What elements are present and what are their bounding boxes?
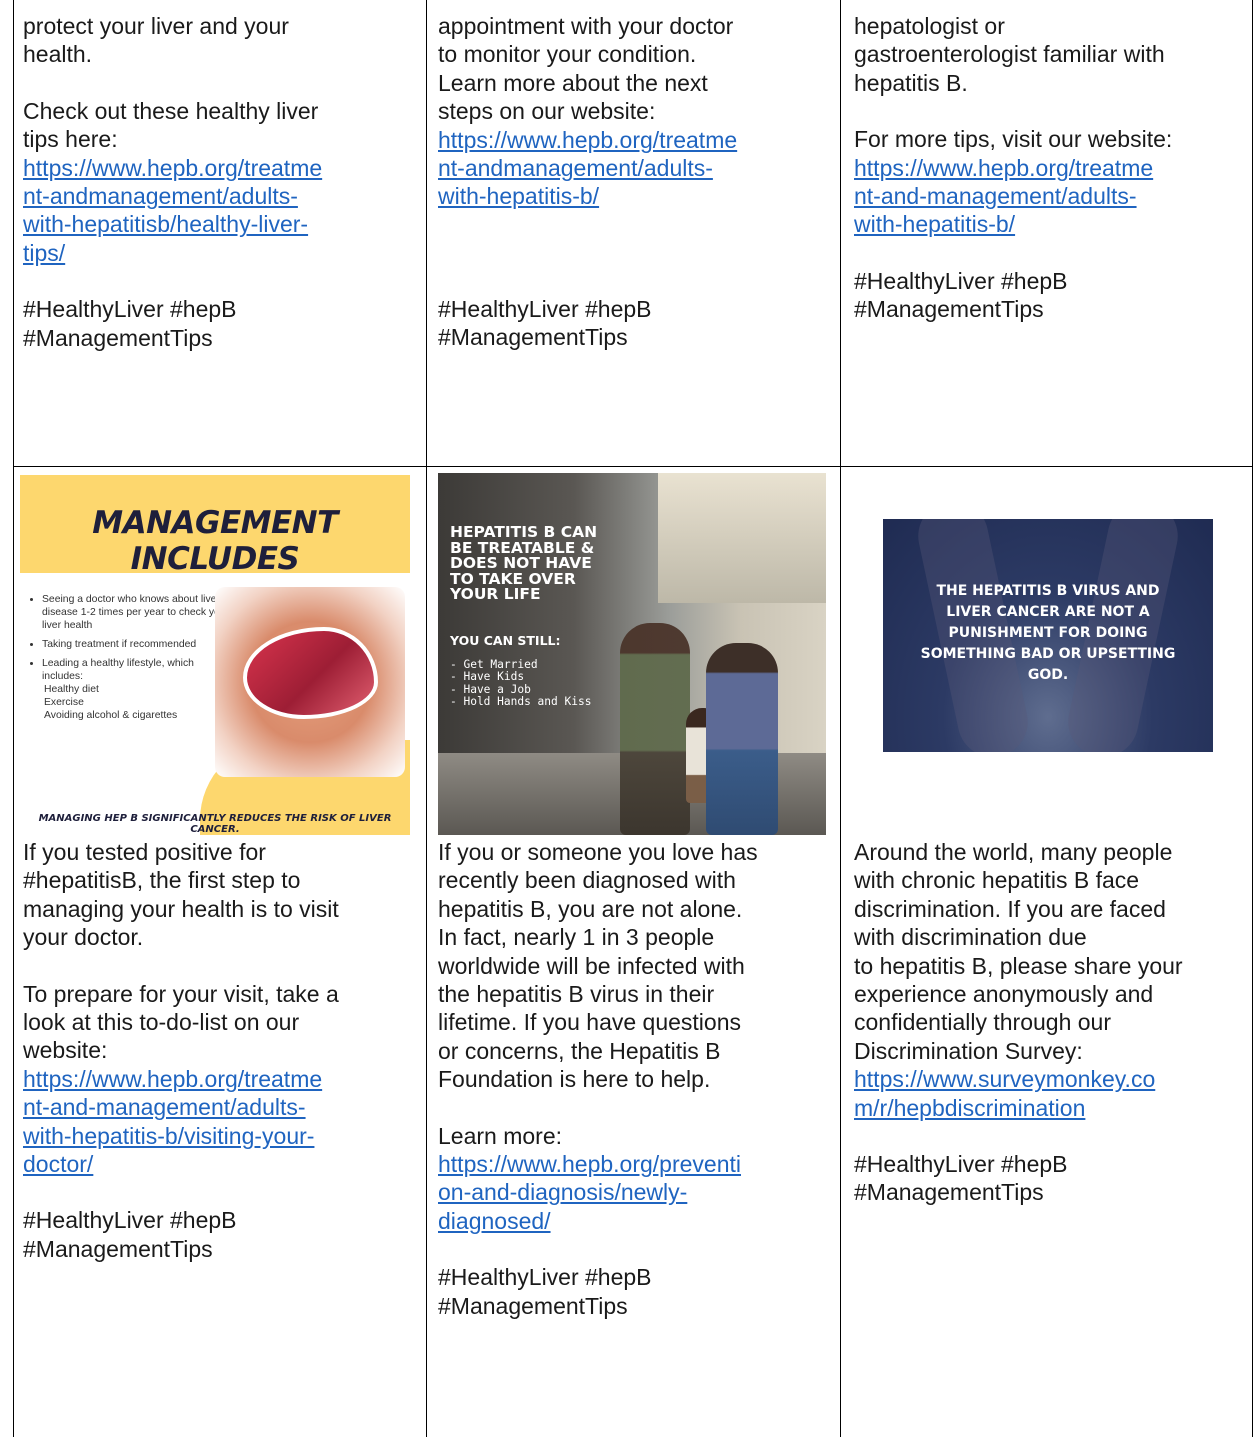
photo-list: - Get Married - Have Kids - Have a Job -…	[450, 658, 592, 709]
adults-with-hepatitis-b-link[interactable]: https://www.hepb.org/treatme nt-andmanag…	[438, 126, 833, 211]
row1-col3-hashtags: #HealthyLiver #hepB #ManagementTips	[854, 267, 1068, 323]
row2-col3-intro: Around the world, many people with chron…	[854, 839, 1183, 1064]
photo-headline: HEPATITIS B CAN BE TREATABLE & DOES NOT …	[450, 523, 598, 603]
management-image-footer: MANAGING HEP B SIGNIFICANTLY REDUCES THE…	[38, 813, 392, 835]
photo-man-figure	[620, 623, 690, 835]
row1-col1-intro: protect your liver and your health.	[23, 13, 289, 68]
table-row-divider	[13, 466, 1253, 467]
row2-col3-hashtags: #HealthyLiver #hepB #ManagementTips	[854, 1151, 1068, 1206]
management-bullet: Leading a healthy lifestyle, which inclu…	[42, 657, 232, 722]
not-a-punishment-image: THE HEPATITIS B VIRUS AND LIVER CANCER A…	[883, 519, 1213, 752]
row2-col1-hashtags: #HealthyLiver #hepB #ManagementTips	[23, 1207, 237, 1262]
photo-woman-figure	[706, 643, 778, 835]
management-bullet-list: Seeing a doctor who knows about liver di…	[24, 593, 232, 728]
row1-col2-cell: appointment with your doctor to monitor …	[438, 12, 833, 352]
table-border-col1	[426, 0, 427, 1437]
row1-col2-hashtags: #HealthyLiver #hepB #ManagementTips	[438, 295, 652, 351]
table-border-col2	[840, 0, 841, 1437]
row1-col1-lead: Check out these healthy liver tips here:	[23, 97, 319, 153]
row1-col1-cell: protect your liver and your health. Chec…	[23, 12, 418, 352]
management-includes-image: MANAGEMENT INCLUDES Seeing a doctor who …	[20, 475, 410, 835]
hepatitis-b-treatable-photo: HEPATITIS B CAN BE TREATABLE & DOES NOT …	[438, 473, 826, 835]
row1-col1-hashtags: #HealthyLiver #hepB #ManagementTips	[23, 296, 237, 351]
row2-col2-lead: Learn more:	[438, 1122, 563, 1149]
row2-col3-cell: Around the world, many people with chron…	[854, 838, 1249, 1207]
management-image-title: MANAGEMENT INCLUDES	[92, 505, 338, 577]
not-a-punishment-message: THE HEPATITIS B VIRUS AND LIVER CANCER A…	[920, 583, 1176, 683]
hands-holding-liver-illustration	[215, 587, 405, 777]
row2-col1-intro: If you tested positive for #hepatitisB, …	[23, 839, 339, 951]
row2-col1-cell: If you tested positive for #hepatitisB, …	[23, 838, 418, 1263]
management-bullet: Taking treatment if recommended	[42, 638, 232, 651]
row2-col2-hashtags: #HealthyLiver #hepB #ManagementTips	[438, 1264, 652, 1319]
newly-diagnosed-link[interactable]: https://www.hepb.org/preventi on-and-dia…	[438, 1150, 833, 1235]
content-table: protect your liver and your health. Chec…	[0, 0, 1253, 1437]
row2-col1-lead: To prepare for your visit, take a look a…	[23, 980, 339, 1064]
liver-icon	[243, 627, 378, 719]
lifestyle-subitems: Healthy diet Exercise Avoiding alcohol &…	[44, 684, 178, 721]
row1-col3-intro: hepatologist or gastroenterologist famil…	[854, 13, 1165, 96]
table-border-left	[13, 0, 14, 1437]
management-bullet-text: Leading a healthy lifestyle, which inclu…	[42, 658, 194, 682]
row1-col2-intro: appointment with your doctor to monitor …	[438, 13, 734, 125]
row2-col2-cell: If you or someone you love has recently …	[438, 838, 833, 1320]
photo-sky	[658, 473, 826, 603]
photo-subhead: YOU CAN STILL:	[450, 633, 561, 648]
management-bullet: Seeing a doctor who knows about liver di…	[42, 593, 232, 632]
healthy-liver-tips-link[interactable]: https://www.hepb.org/treatme nt-andmanag…	[23, 154, 418, 268]
treatment-management-link[interactable]: https://www.hepb.org/treatme nt-and-mana…	[854, 154, 1249, 239]
row2-col2-intro: If you or someone you love has recently …	[438, 839, 758, 1093]
row1-col3-cell: hepatologist or gastroenterologist famil…	[854, 12, 1249, 324]
visiting-your-doctor-link[interactable]: https://www.hepb.org/treatme nt-and-mana…	[23, 1065, 418, 1179]
row1-col3-lead: For more tips, visit our website:	[854, 126, 1173, 153]
discrimination-survey-link[interactable]: https://www.surveymonkey.co m/r/hepbdisc…	[854, 1065, 1249, 1122]
